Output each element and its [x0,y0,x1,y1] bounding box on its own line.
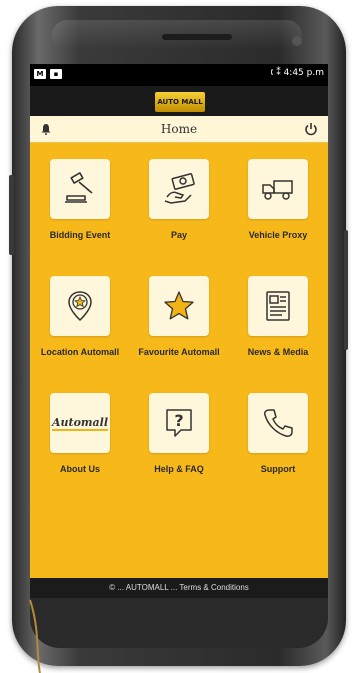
cable-decoration [29,599,41,673]
